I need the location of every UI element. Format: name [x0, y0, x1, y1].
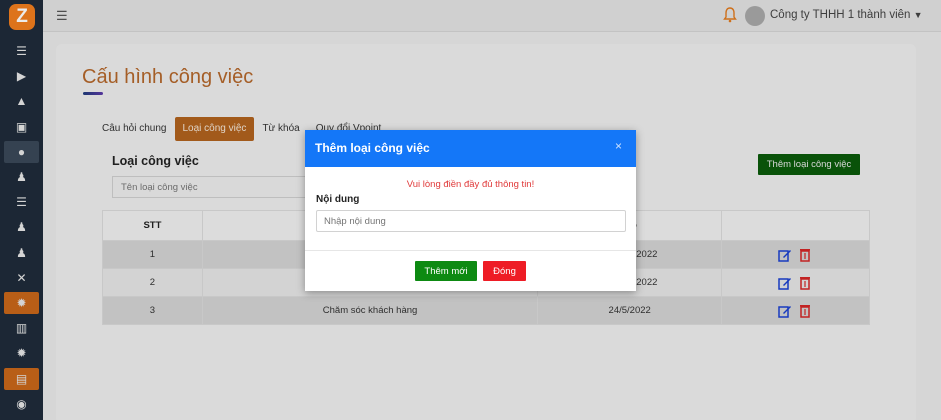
modal-header: Thêm loại công việc ×: [305, 130, 636, 167]
content-input[interactable]: [316, 210, 626, 232]
validation-error: Vui lòng điền đầy đủ thông tin!: [406, 179, 535, 190]
cancel-button[interactable]: Đóng: [483, 261, 526, 281]
submit-button[interactable]: Thêm mới: [415, 261, 477, 281]
add-job-type-modal: Thêm loại công việc × Vui lòng điền đầy …: [305, 130, 636, 291]
content-label: Nội dung: [316, 194, 360, 205]
close-icon[interactable]: ×: [615, 139, 622, 153]
modal-title: Thêm loại công việc: [315, 141, 430, 155]
modal-footer-divider: [305, 250, 636, 251]
